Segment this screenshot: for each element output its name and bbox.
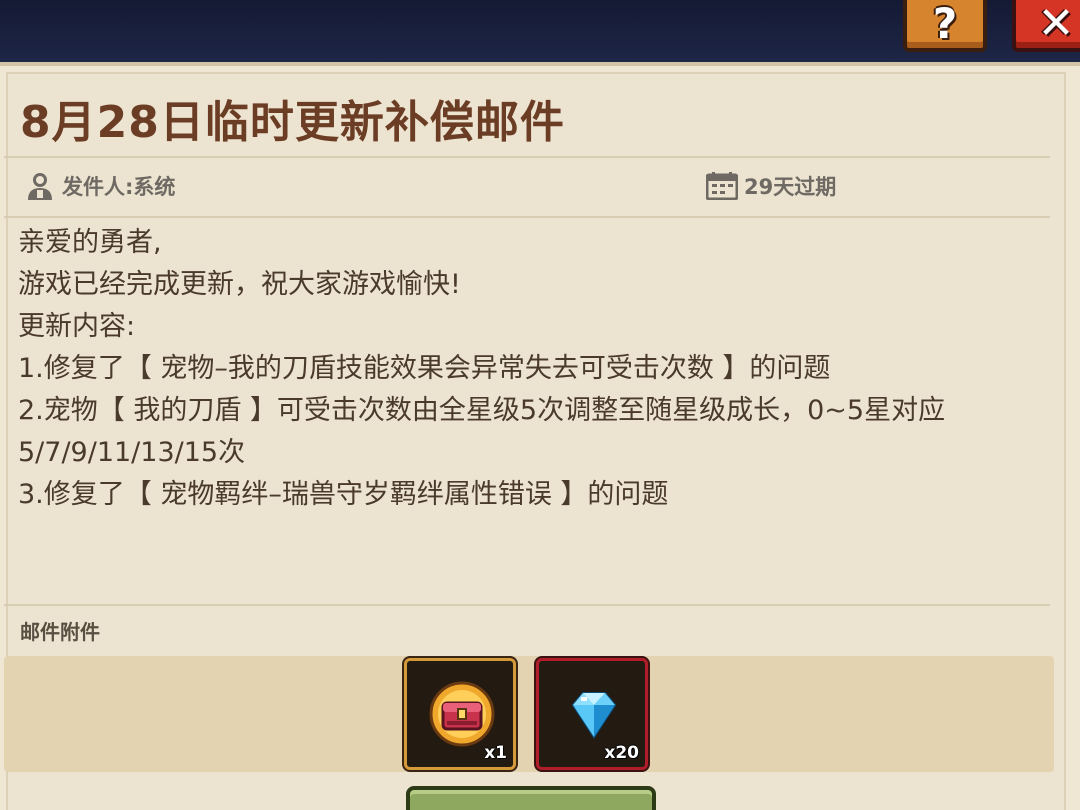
- sender-row: 发件人:系统: [24, 168, 175, 204]
- close-button[interactable]: ✕: [1012, 0, 1080, 52]
- calendar-icon: [706, 170, 738, 202]
- attachments-tray: [4, 656, 1054, 772]
- treasure-chest-icon: [429, 681, 495, 747]
- attachment-qty: x1: [484, 743, 507, 763]
- attachment-qty: x20: [604, 743, 639, 763]
- user-icon: [24, 170, 56, 202]
- body-line: 2.宠物【 我的刀盾 】可受击次数由全星级5次调整至随星级成长，0~5星对应: [18, 395, 946, 426]
- close-icon: ✕: [1037, 0, 1075, 49]
- body-line: 5/7/9/11/13/15次: [18, 437, 246, 468]
- mail-screen: ? ✕ 8月28日临时更新补偿邮件 发件人:系统 29天过期 亲爱的勇者, 游戏…: [0, 0, 1080, 810]
- attachments-divider: [4, 604, 1050, 606]
- question-mark-icon: ?: [932, 0, 958, 48]
- body-line: 亲爱的勇者,: [18, 227, 162, 258]
- title-divider: [4, 156, 1050, 158]
- body-line: 1.修复了【 宠物–我的刀盾技能效果会异常失去可受击次数 】的问题: [18, 353, 831, 384]
- body-line: 3.修复了【 宠物羁绊–瑞兽守岁羁绊属性错误 】的问题: [18, 479, 669, 510]
- expiry-text: 29天过期: [744, 175, 837, 199]
- attachments-label: 邮件附件: [20, 620, 100, 644]
- expiry-row: 29天过期: [706, 168, 836, 204]
- body-line: 更新内容:: [18, 311, 136, 342]
- mail-body: 亲爱的勇者, 游戏已经完成更新，祝大家游戏愉快! 更新内容: 1.修复了【 宠物…: [18, 222, 1058, 516]
- attachment-slot-chest[interactable]: x1: [404, 658, 516, 770]
- mail-title: 8月28日临时更新补偿邮件: [20, 97, 565, 148]
- help-button[interactable]: ?: [903, 0, 987, 52]
- body-line: 游戏已经完成更新，祝大家游戏愉快!: [18, 269, 461, 300]
- claim-button[interactable]: [406, 786, 656, 810]
- sender-text: 发件人:系统: [62, 175, 176, 199]
- attachment-slot-gem[interactable]: x20: [536, 658, 648, 770]
- meta-divider: [4, 216, 1050, 218]
- blue-gem-icon: [561, 681, 627, 747]
